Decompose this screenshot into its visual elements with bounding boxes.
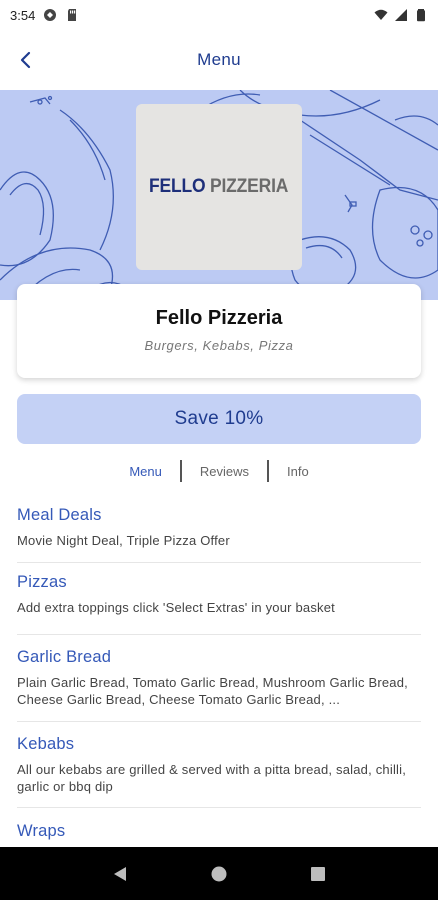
save-offer-label: Save 10% (174, 408, 264, 429)
nav-recents-button[interactable] (303, 859, 333, 889)
menu-category-garlic-bread[interactable]: Garlic Bread Plain Garlic Bread, Tomato … (17, 635, 421, 722)
menu-category-pizzas[interactable]: Pizzas Add extra toppings click 'Select … (17, 563, 421, 635)
nav-back-button[interactable] (105, 859, 135, 889)
save-offer-button[interactable]: Save 10% (17, 394, 421, 444)
sd-card-icon (68, 9, 77, 21)
home-circle-icon (211, 866, 227, 881)
category-title: Wraps (17, 822, 66, 840)
system-nav-bar (0, 847, 438, 900)
tab-info[interactable]: Info (269, 464, 327, 479)
category-title: Garlic Bread (17, 648, 112, 666)
back-button[interactable] (10, 44, 42, 76)
back-triangle-icon (113, 866, 126, 881)
status-time: 3:54 (10, 7, 36, 23)
status-left: 3:54 (10, 8, 79, 23)
app-bar: Menu (0, 30, 438, 90)
category-title: Meal Deals (17, 506, 102, 524)
menu-category-list: Meal Deals Movie Night Deal, Triple Pizz… (17, 498, 421, 868)
tab-bar: Menu Reviews Info (0, 459, 438, 483)
wifi-icon (374, 9, 388, 20)
recents-square-icon (311, 866, 326, 881)
signal-icon (395, 9, 407, 21)
category-title: Pizzas (17, 573, 67, 591)
restaurant-cuisines: Burgers, Kebabs, Pizza (144, 338, 294, 353)
nav-home-button[interactable] (204, 859, 234, 889)
menu-category-kebabs[interactable]: Kebabs All our kebabs are grilled & serv… (17, 722, 421, 808)
logo-text-primary: FELLO (149, 176, 206, 197)
restaurant-logo: FELLO PIZZERIA (136, 104, 302, 270)
category-title: Kebabs (17, 735, 75, 753)
status-bar: 3:54 (0, 0, 438, 30)
page-title: Menu (197, 50, 241, 69)
logo-text-secondary: PIZZERIA (210, 176, 289, 197)
tab-menu[interactable]: Menu (111, 464, 180, 479)
chevron-left-icon (20, 51, 31, 69)
restaurant-name: Fello Pizzeria (155, 307, 283, 329)
restaurant-info-card: Fello Pizzeria Burgers, Kebabs, Pizza (17, 284, 421, 378)
logo-text: FELLO PIZZERIA (149, 176, 288, 198)
category-description: Movie Night Deal, Triple Pizza Offer (17, 533, 230, 548)
tab-reviews[interactable]: Reviews (182, 464, 267, 479)
menu-category-meal-deals[interactable]: Meal Deals Movie Night Deal, Triple Pizz… (17, 498, 421, 563)
category-description: All our kebabs are grilled & served with… (17, 762, 407, 794)
category-description: Add extra toppings click 'Select Extras'… (17, 600, 335, 615)
circle-app-icon (44, 9, 57, 21)
category-description: Plain Garlic Bread, Tomato Garlic Bread,… (17, 675, 408, 707)
battery-icon (417, 9, 425, 22)
status-right (374, 8, 428, 22)
